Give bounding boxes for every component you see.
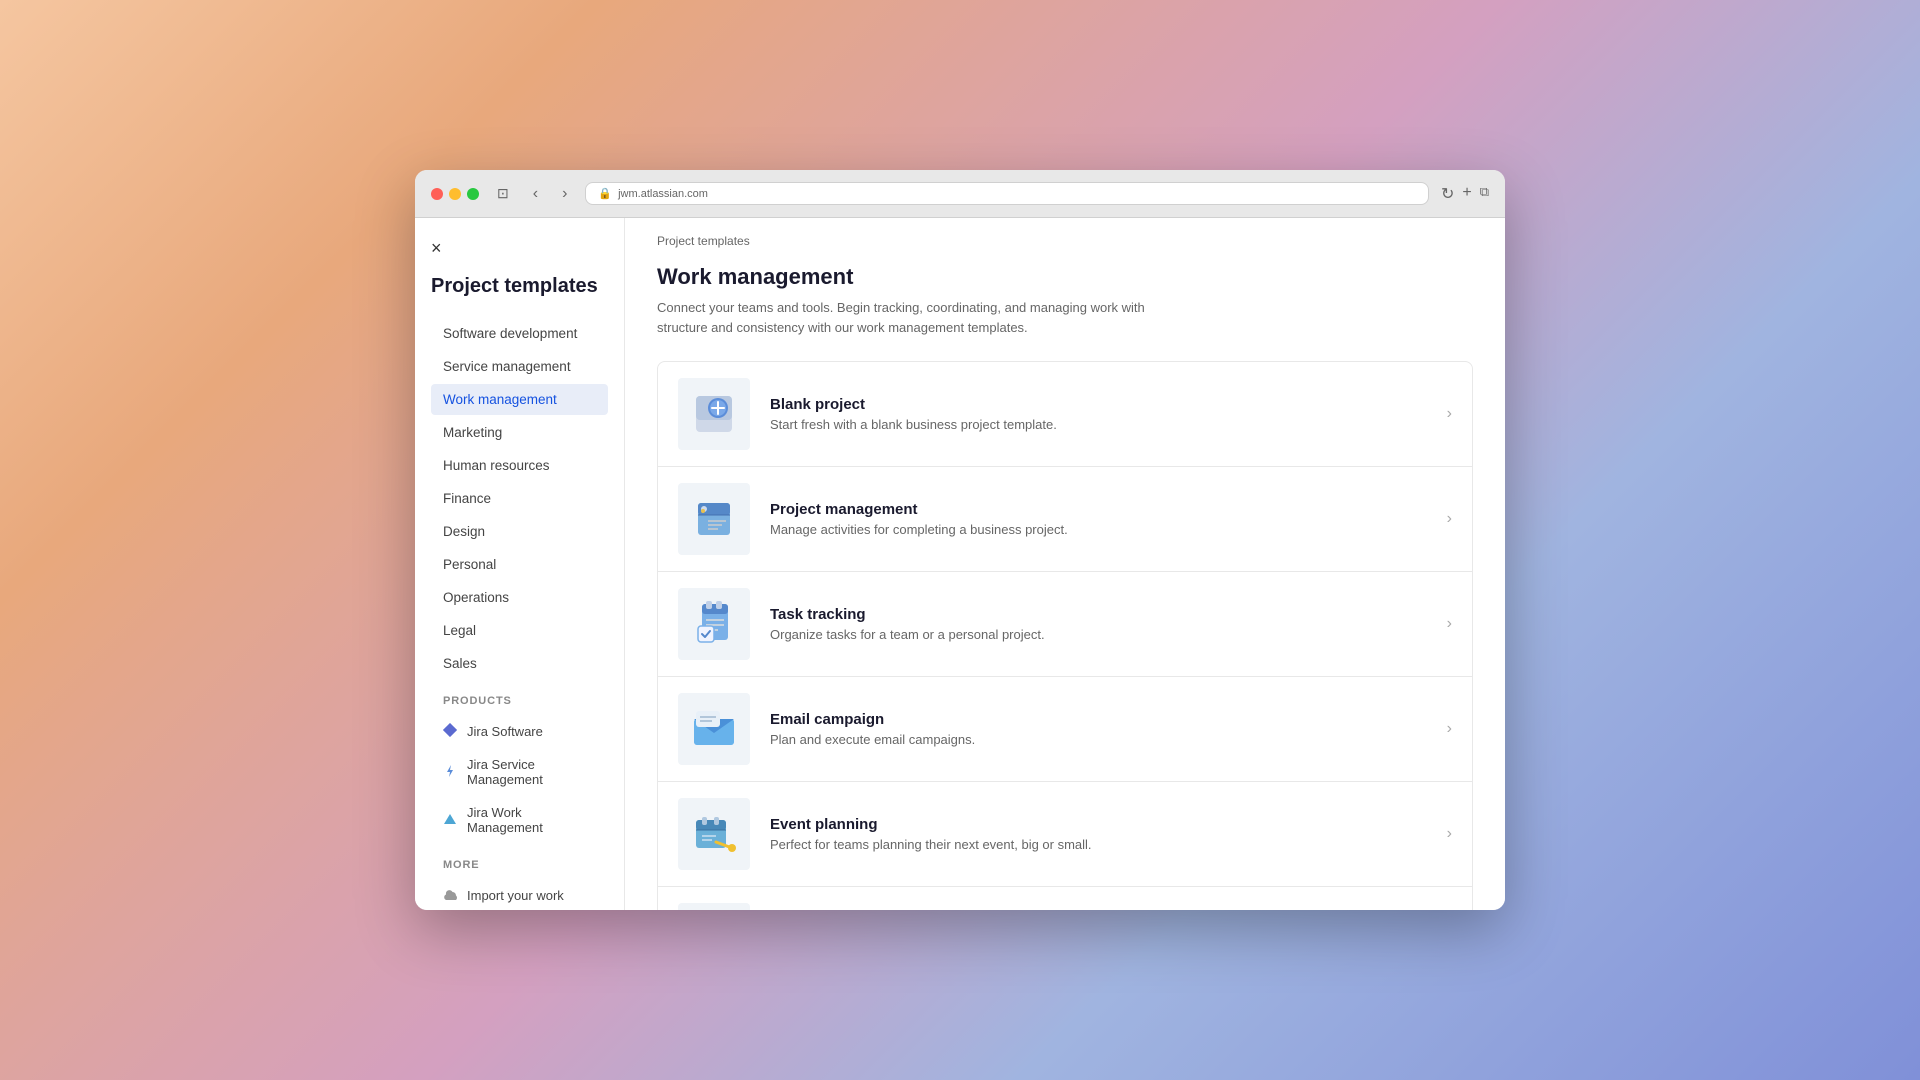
sidebar-item-operations[interactable]: Operations (431, 582, 608, 613)
template-icon-blank-project (678, 378, 750, 450)
cloud-icon (443, 887, 459, 903)
product-item-jira-service-management[interactable]: Jira Service Management (431, 749, 608, 795)
products-section-label: Products (443, 695, 596, 707)
template-card-task-tracking[interactable]: Task tracking Organize tasks for a team … (657, 572, 1473, 677)
template-card-event-planning[interactable]: Event planning Perfect for teams plannin… (657, 782, 1473, 887)
sidebar-item-service-management[interactable]: Service management (431, 351, 608, 382)
template-card-project-management[interactable]: Project management Manage activities for… (657, 467, 1473, 572)
sidebar-title: Project templates (431, 275, 608, 298)
copy-icon[interactable]: ⧉ (1480, 184, 1489, 204)
template-icon-task-tracking (678, 588, 750, 660)
address-bar[interactable]: 🔒 jwm.atlassian.com (585, 182, 1429, 205)
sidebar-item-personal[interactable]: Personal (431, 549, 608, 580)
more-items-list: Import your work (431, 879, 608, 910)
close-sidebar-button[interactable]: × (431, 238, 442, 259)
template-card-go-to-market[interactable]: Go-to-market Coordinate a go-to-market l… (657, 887, 1473, 910)
browser-window: ⊡ ‹ › 🔒 jwm.atlassian.com ↻ + ⧉ × Projec… (415, 170, 1505, 910)
more-section-label: More (443, 859, 596, 871)
template-desc-email-campaign: Plan and execute email campaigns. (770, 732, 1427, 747)
template-info-event-planning: Event planning Perfect for teams plannin… (770, 816, 1427, 852)
nav-items-list: Software developmentService managementWo… (431, 318, 608, 679)
sidebar: × Project templates Software development… (415, 218, 625, 910)
sidebar-item-software-development[interactable]: Software development (431, 318, 608, 349)
chevron-right-icon: › (1447, 510, 1452, 528)
chevron-right-icon: › (1447, 720, 1452, 738)
triangle-icon (443, 812, 459, 828)
content-area: Work management Connect your teams and t… (625, 256, 1505, 910)
template-list: Blank project Start fresh with a blank b… (657, 361, 1473, 910)
security-icon: 🔒 (598, 187, 612, 200)
template-icon-event-planning (678, 798, 750, 870)
diamond-icon (443, 723, 459, 739)
forward-button[interactable]: › (556, 183, 573, 205)
template-desc-event-planning: Perfect for teams planning their next ev… (770, 837, 1427, 852)
chevron-right-icon: › (1447, 405, 1452, 423)
section-description: Connect your teams and tools. Begin trac… (657, 298, 1177, 337)
more-item-import-your-work[interactable]: Import your work (431, 879, 608, 910)
breadcrumb: Project templates (625, 218, 1505, 256)
lightning-icon (443, 764, 459, 780)
section-heading: Work management (657, 264, 1473, 290)
back-button[interactable]: ‹ (527, 183, 544, 205)
sidebar-item-design[interactable]: Design (431, 516, 608, 547)
sidebar-item-work-management[interactable]: Work management (431, 384, 608, 415)
sidebar-item-legal[interactable]: Legal (431, 615, 608, 646)
product-item-jira-work-management[interactable]: Jira Work Management (431, 797, 608, 843)
template-name-email-campaign: Email campaign (770, 711, 1427, 728)
template-info-email-campaign: Email campaign Plan and execute email ca… (770, 711, 1427, 747)
url-text: jwm.atlassian.com (618, 188, 708, 200)
template-info-task-tracking: Task tracking Organize tasks for a team … (770, 606, 1427, 642)
sidebar-item-sales[interactable]: Sales (431, 648, 608, 679)
sidebar-item-human-resources[interactable]: Human resources (431, 450, 608, 481)
main-content: Project templates Work management Connec… (625, 218, 1505, 910)
template-card-email-campaign[interactable]: Email campaign Plan and execute email ca… (657, 677, 1473, 782)
template-icon-project-management (678, 483, 750, 555)
template-icon-email-campaign (678, 693, 750, 765)
browser-content: × Project templates Software development… (415, 218, 1505, 910)
minimize-button[interactable] (449, 188, 461, 200)
template-name-event-planning: Event planning (770, 816, 1427, 833)
fullscreen-button[interactable] (467, 188, 479, 200)
template-desc-task-tracking: Organize tasks for a team or a personal … (770, 627, 1427, 642)
reload-icon[interactable]: ↻ (1441, 184, 1454, 204)
product-item-jira-software[interactable]: Jira Software (431, 715, 608, 747)
chevron-right-icon: › (1447, 615, 1452, 633)
template-name-task-tracking: Task tracking (770, 606, 1427, 623)
template-name-project-management: Project management (770, 501, 1427, 518)
browser-chrome: ⊡ ‹ › 🔒 jwm.atlassian.com ↻ + ⧉ (415, 170, 1505, 218)
sidebar-item-finance[interactable]: Finance (431, 483, 608, 514)
template-name-blank-project: Blank project (770, 396, 1427, 413)
browser-actions: ↻ + ⧉ (1441, 184, 1489, 204)
template-icon-go-to-market (678, 903, 750, 910)
sidebar-item-marketing[interactable]: Marketing (431, 417, 608, 448)
close-button[interactable] (431, 188, 443, 200)
new-tab-icon[interactable]: + (1462, 184, 1471, 204)
template-info-project-management: Project management Manage activities for… (770, 501, 1427, 537)
template-desc-blank-project: Start fresh with a blank business projec… (770, 417, 1427, 432)
chevron-right-icon: › (1447, 825, 1452, 843)
sidebar-toggle-button[interactable]: ⊡ (491, 183, 515, 204)
template-desc-project-management: Manage activities for completing a busin… (770, 522, 1427, 537)
template-card-blank-project[interactable]: Blank project Start fresh with a blank b… (657, 361, 1473, 467)
traffic-lights (431, 188, 479, 200)
products-list: Jira SoftwareJira Service ManagementJira… (431, 715, 608, 843)
template-info-blank-project: Blank project Start fresh with a blank b… (770, 396, 1427, 432)
